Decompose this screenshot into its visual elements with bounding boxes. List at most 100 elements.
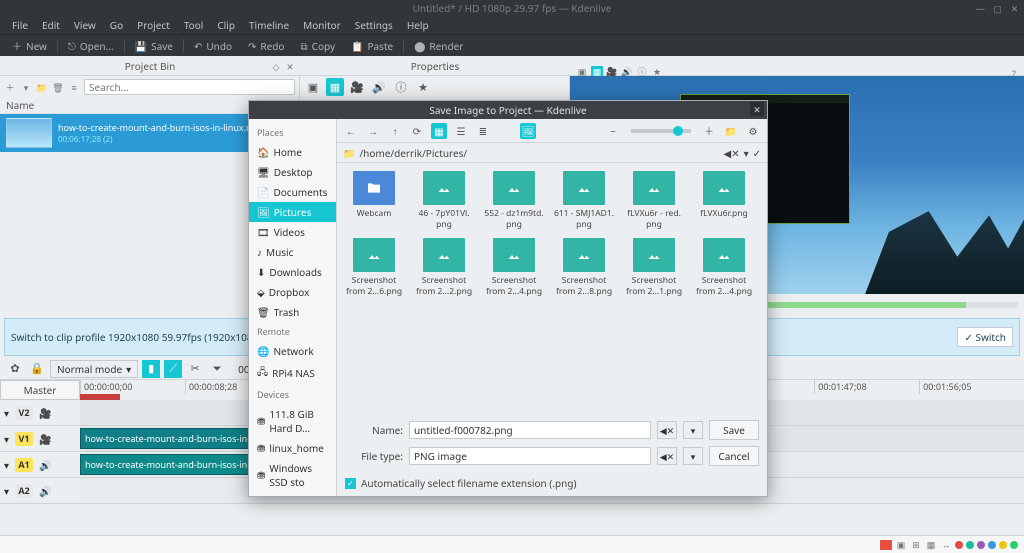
file-image-item[interactable]: Screenshot from 2...8.png [553, 238, 615, 297]
menu-project[interactable]: Project [131, 16, 176, 34]
menu-monitor[interactable]: Monitor [297, 16, 347, 34]
tl-lock-icon[interactable]: 🔒 [28, 360, 46, 378]
nav-view-compact-icon[interactable]: ☰ [453, 123, 469, 139]
window-minimize-icon[interactable]: — [975, 3, 986, 14]
window-close-icon[interactable]: ✕ [1009, 3, 1020, 14]
menu-view[interactable]: View [68, 16, 102, 34]
prop-tab-2-icon[interactable]: ▦ [326, 78, 344, 96]
filetype-select[interactable]: PNG image [409, 447, 651, 465]
toolbar-copy[interactable]: ⧉ Copy [294, 37, 341, 55]
nav-back-icon[interactable]: ← [343, 123, 359, 139]
nav-view-details-icon[interactable]: ≣ [475, 123, 491, 139]
save-dialog-path[interactable]: 📁 /home/derrik/Pictures/ ◀✕ ▾ ✓ [337, 143, 767, 163]
sidebar-dropbox[interactable]: ⬙ Dropbox [249, 282, 336, 302]
sidebar-pictures[interactable]: 🖼 Pictures [249, 202, 336, 222]
tl-config-icon[interactable]: ✿ [6, 360, 24, 378]
toolbar-render[interactable]: ⬤ Render [408, 37, 469, 55]
status-dot-blue[interactable] [988, 541, 996, 549]
file-image-item[interactable]: 46 - 7pY01Vl. png [413, 171, 475, 230]
menu-clip[interactable]: Clip [211, 16, 241, 34]
prop-tab-star-icon[interactable]: ★ [414, 78, 432, 96]
file-image-item[interactable]: Screenshot from 2...4.png [483, 238, 545, 297]
menu-timeline[interactable]: Timeline [243, 16, 295, 34]
monitor-scrubber[interactable] [730, 302, 1018, 308]
sidebar-downloads[interactable]: ⬇ Downloads [249, 262, 336, 282]
file-image-item[interactable]: 552 - dz1m9td. png [483, 171, 545, 230]
tl-cut-icon[interactable]: ✂ [186, 360, 204, 378]
toolbar-undo[interactable]: ↶ Undo [188, 37, 238, 55]
menu-help[interactable]: Help [401, 16, 435, 34]
sidebar-home[interactable]: 🏠 Home [249, 142, 336, 162]
status-dot-purple[interactable] [977, 541, 985, 549]
nav-reload-icon[interactable]: ⟳ [409, 123, 425, 139]
bin-add-icon[interactable]: ＋ [4, 81, 16, 93]
dock-close-icon[interactable]: ✕ [284, 61, 296, 73]
dock-float-icon[interactable]: ◇ [270, 61, 282, 73]
path-accept-icon[interactable]: ✓ [753, 146, 761, 160]
track-head-v2[interactable]: ▾ V2 🎥 [0, 400, 80, 426]
sidebar-device-2[interactable]: ⛃ linux_home [249, 438, 336, 458]
tl-marker-icon[interactable]: ⏷ [208, 360, 226, 378]
sidebar-rpi4-nas[interactable]: 🖧 RPi4 NAS [249, 361, 336, 385]
sidebar-music[interactable]: ♪ Music [249, 242, 336, 262]
file-grid[interactable]: Webcam46 - 7pY01Vl. png552 - dz1m9td. pn… [337, 163, 767, 414]
menu-edit[interactable]: Edit [36, 16, 66, 34]
sidebar-device-1[interactable]: ⛃ 111.8 GiB Hard D... [249, 404, 336, 438]
file-image-item[interactable]: Screenshot from 2...6.png [343, 238, 405, 297]
path-clear-icon[interactable]: ◀✕ [724, 146, 740, 160]
cancel-button[interactable]: Cancel [709, 446, 759, 466]
save-dialog-close-icon[interactable]: ✕ [750, 102, 764, 116]
file-image-item[interactable]: Screenshot from 2...2.png [413, 238, 475, 297]
prop-tab-audio-icon[interactable]: 🔊 [370, 78, 388, 96]
nav-view-icons-icon[interactable]: ▦ [431, 123, 447, 139]
sidebar-documents[interactable]: 📄 Documents [249, 182, 336, 202]
auto-extension-checkbox[interactable]: ✓ Automatically select filename extensio… [337, 476, 767, 496]
filetype-clear-icon[interactable]: ◀✕ [657, 447, 677, 465]
nav-settings-icon[interactable]: ⚙ [745, 123, 761, 139]
prop-tab-video-icon[interactable]: 🎥 [348, 78, 366, 96]
file-folder-item[interactable]: Webcam [343, 171, 405, 230]
bin-delete-icon[interactable]: 🗑 [52, 81, 64, 93]
track-head-v1[interactable]: ▾ V1 🎥 [0, 426, 80, 452]
bin-search-input[interactable] [84, 79, 295, 95]
menu-tool[interactable]: Tool [178, 16, 210, 34]
track-head-a2[interactable]: ▾ A2 🔊 [0, 478, 80, 504]
nav-forward-icon[interactable]: → [365, 123, 381, 139]
tl-razor-tool-icon[interactable]: ⟋ [164, 360, 182, 378]
filetype-dropdown-icon[interactable]: ▾ [683, 447, 703, 465]
path-dropdown-icon[interactable]: ▾ [744, 146, 749, 160]
file-image-item[interactable]: 611 - SMJ1AD1. png [553, 171, 615, 230]
bin-folder-icon[interactable]: 📁 [36, 81, 48, 93]
file-image-item[interactable]: fLVXu6r.png [693, 171, 755, 230]
sidebar-desktop[interactable]: 🖥 Desktop [249, 162, 336, 182]
filename-input[interactable]: untitled-f000782.png [409, 421, 651, 439]
toolbar-redo[interactable]: ↷ Redo [242, 37, 290, 55]
nav-zoom-in-icon[interactable]: ＋ [701, 123, 717, 139]
file-image-item[interactable]: Screenshot from 2...1.png [623, 238, 685, 297]
status-render-icon[interactable] [880, 540, 892, 550]
nav-zoom-out-icon[interactable]: − [605, 123, 621, 139]
tl-select-tool-icon[interactable]: ▮ [142, 360, 160, 378]
status-snap-icon[interactable]: ⊞ [910, 539, 922, 551]
bin-add-menu-icon[interactable]: ▾ [20, 81, 32, 93]
menu-file[interactable]: File [6, 16, 34, 34]
timeline-master-tab[interactable]: Master [0, 380, 80, 400]
prop-tab-1-icon[interactable]: ▣ [304, 78, 322, 96]
toolbar-paste[interactable]: 📋 Paste [345, 37, 399, 55]
status-fit-icon[interactable]: ↔ [940, 539, 952, 551]
status-dot-yellow[interactable] [999, 541, 1007, 549]
file-image-item[interactable]: fLVXu6r - red. png [623, 171, 685, 230]
filename-dropdown-icon[interactable]: ▾ [683, 421, 703, 439]
hint-switch-button[interactable]: ✓ Switch [957, 327, 1013, 347]
tl-edit-mode[interactable]: Normal mode ▾ [50, 360, 138, 378]
status-dot-green[interactable] [1010, 541, 1018, 549]
status-dot-red[interactable] [955, 541, 963, 549]
bin-tag-icon[interactable]: ≡ [68, 81, 80, 93]
nav-preview-icon[interactable]: 🖼 [520, 123, 536, 139]
status-zoom-icon[interactable]: ▣ [895, 539, 907, 551]
sidebar-videos[interactable]: 🎞 Videos [249, 222, 336, 242]
window-maximize-icon[interactable]: ▢ [992, 3, 1003, 14]
nav-zoom-slider[interactable] [631, 129, 691, 133]
toolbar-new[interactable]: ＋ New [6, 36, 53, 55]
sidebar-device-3[interactable]: ⛃ Windows SSD sto [249, 458, 336, 492]
